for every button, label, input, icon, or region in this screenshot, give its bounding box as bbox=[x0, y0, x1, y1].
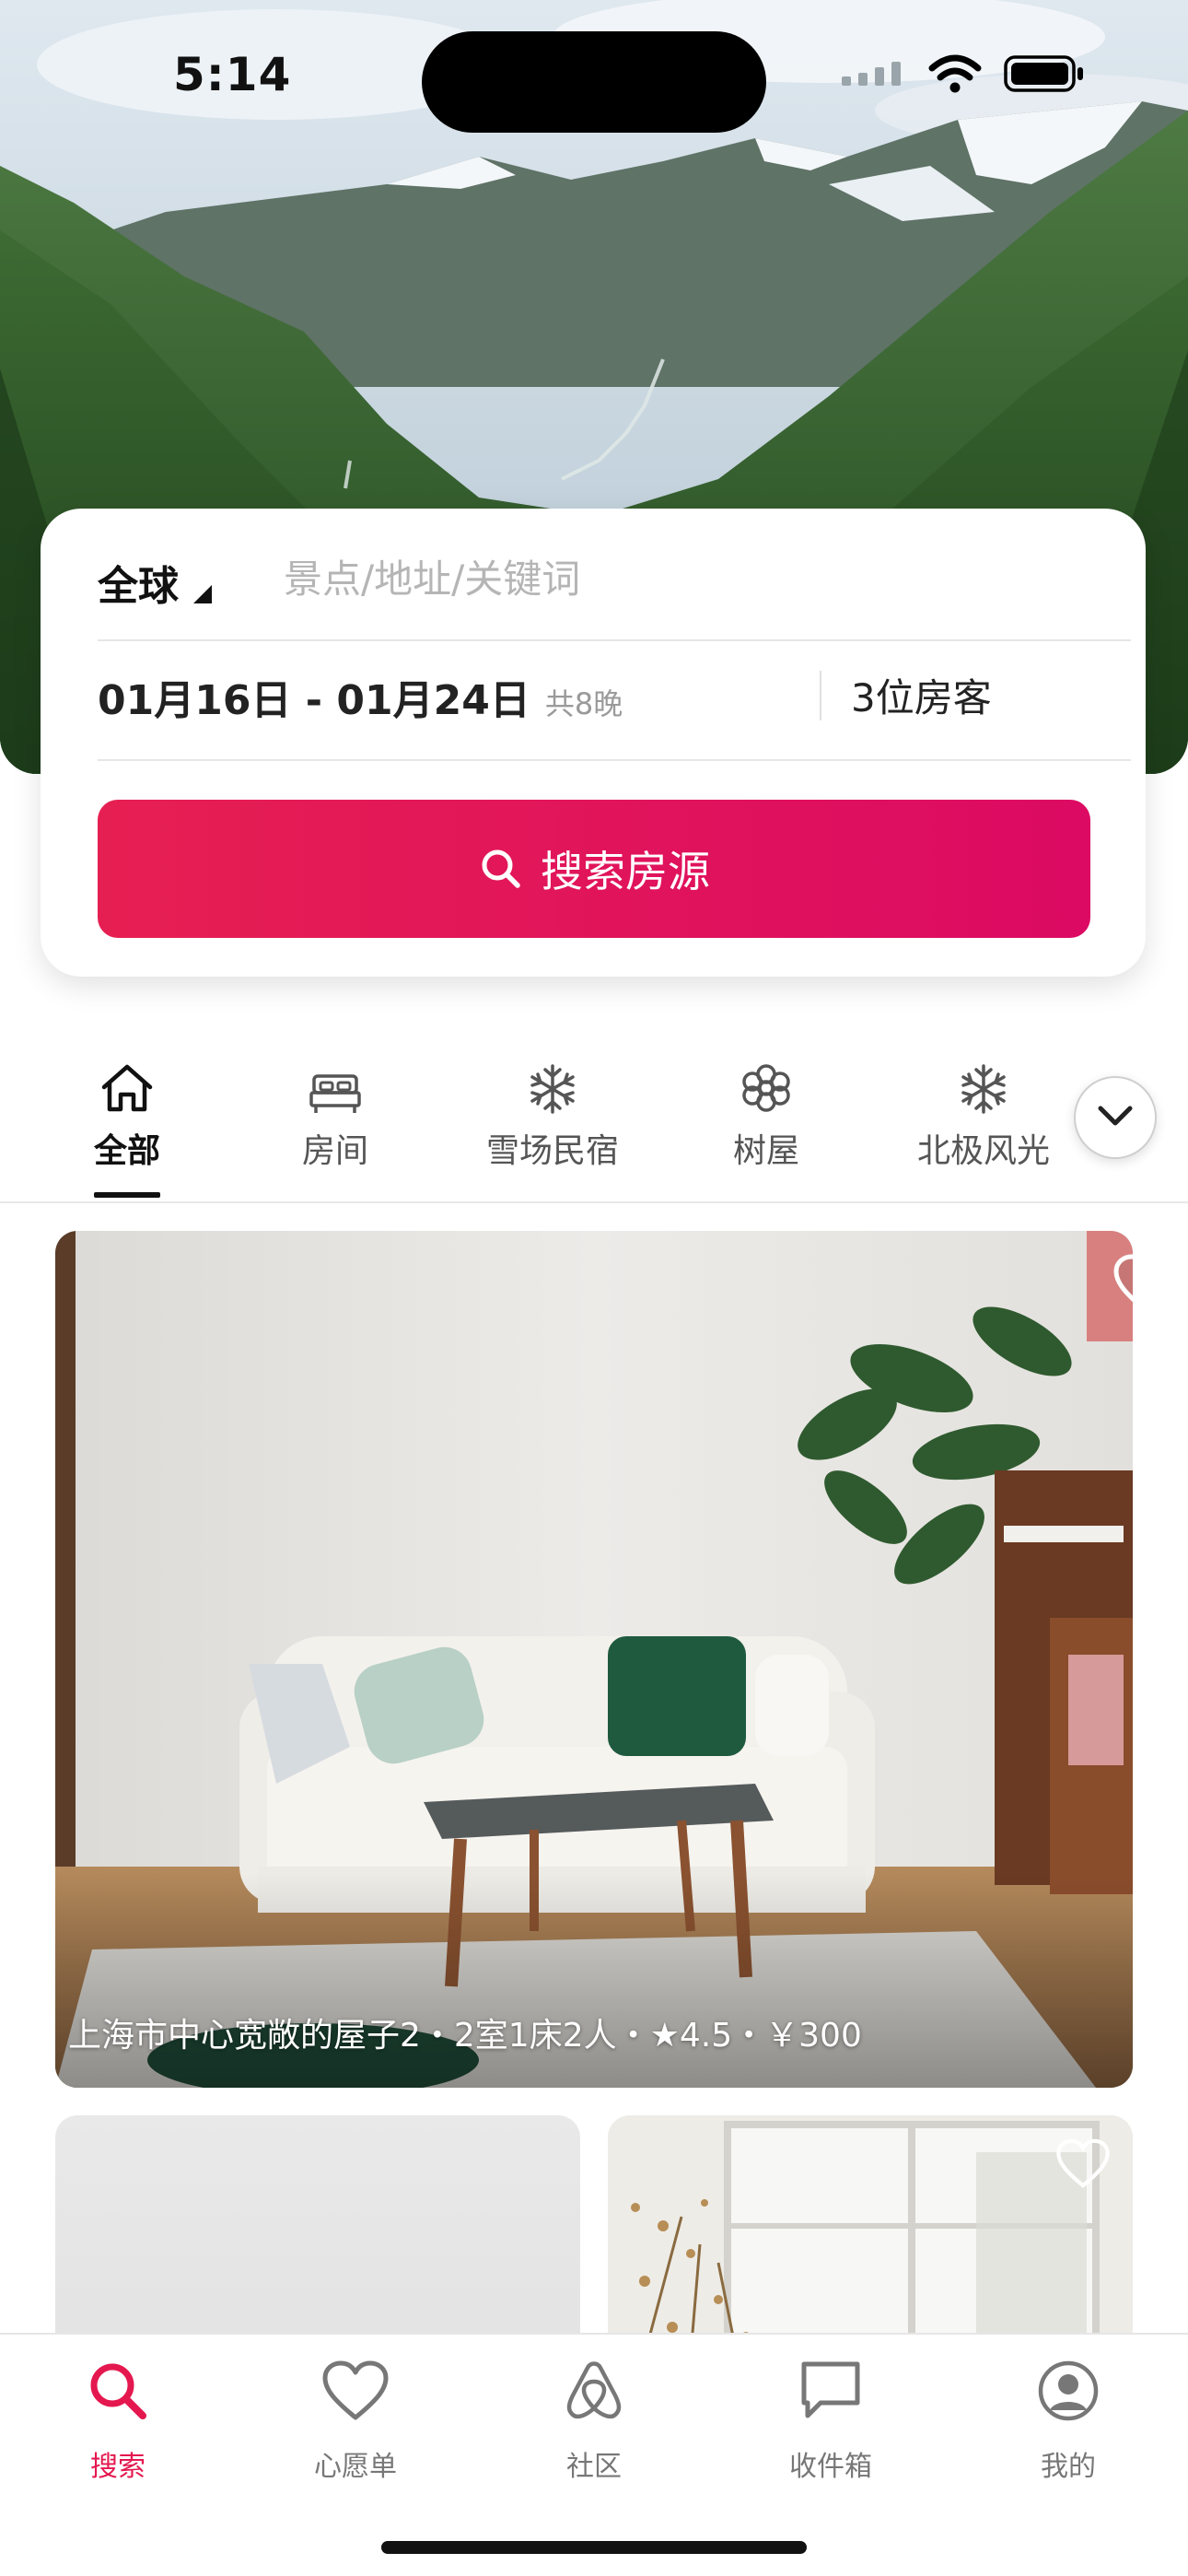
heart-icon bbox=[320, 2359, 390, 2427]
listing-card[interactable]: 上海市中心宽敞的屋子2・2室1床2人・★4.5・￥300 bbox=[55, 1231, 1133, 2088]
battery-icon bbox=[1004, 54, 1085, 97]
nav-community[interactable]: 社区 bbox=[502, 2359, 686, 2484]
tab-arctic[interactable]: 北极风光 bbox=[912, 1050, 1055, 1172]
search-button-label: 搜索房源 bbox=[541, 847, 710, 896]
listing-photo bbox=[608, 2115, 1133, 2355]
nav-label: 心愿单 bbox=[314, 2451, 397, 2483]
app-screen: 5:14 全球 景点/地址/关键词 01月16日 - 01月24日 共8晚 3位… bbox=[0, 0, 1188, 2576]
search-icon bbox=[478, 846, 524, 892]
tab-label: 房间 bbox=[301, 1132, 368, 1170]
home-icon bbox=[99, 1050, 156, 1115]
wifi-icon bbox=[928, 53, 982, 98]
tab-ski-lodge[interactable]: 雪场民宿 bbox=[481, 1050, 624, 1172]
nav-label: 搜索 bbox=[90, 2451, 146, 2483]
nav-label: 我的 bbox=[1041, 2451, 1096, 2483]
region-selector[interactable]: 全球 bbox=[98, 553, 212, 612]
region-label: 全球 bbox=[98, 563, 179, 610]
snowflake-icon bbox=[958, 1050, 1009, 1115]
bed-icon bbox=[309, 1050, 362, 1115]
tab-label: 北极风光 bbox=[916, 1132, 1050, 1170]
message-icon bbox=[798, 2359, 863, 2427]
search-divider bbox=[98, 639, 1131, 641]
status-time: 5:14 bbox=[173, 48, 292, 101]
dynamic-island bbox=[422, 31, 766, 133]
search-divider bbox=[98, 759, 1131, 761]
nights-count: 共8晚 bbox=[544, 686, 623, 721]
guests-selector[interactable]: 3位房客 bbox=[851, 667, 992, 723]
region-dropdown-icon bbox=[193, 585, 212, 603]
listing-caption: 上海市中心宽敞的屋子2・2室1床2人・★4.5・￥300 bbox=[68, 2017, 862, 2055]
tabs-divider bbox=[0, 1201, 1188, 1203]
listing-photo bbox=[55, 1231, 1133, 2088]
nav-inbox[interactable]: 收件箱 bbox=[739, 2359, 923, 2484]
tab-rooms[interactable]: 房间 bbox=[289, 1050, 381, 1172]
nav-wishlist[interactable]: 心愿单 bbox=[263, 2359, 448, 2484]
search-card: 全球 01月16日 - 01月24日 共8晚 3位房客 搜索房源 bbox=[41, 509, 1146, 977]
favorite-heart-icon[interactable] bbox=[1055, 2137, 1111, 2193]
signal-icon bbox=[842, 60, 906, 91]
bottom-navigation: 搜索 心愿单 社区 收件箱 我的 bbox=[0, 2333, 1188, 2576]
status-icons bbox=[842, 53, 1085, 98]
field-divider bbox=[820, 671, 821, 720]
snowflake-icon bbox=[527, 1050, 578, 1115]
tab-label: 雪场民宿 bbox=[485, 1132, 619, 1170]
nav-label: 收件箱 bbox=[789, 2451, 872, 2483]
search-listings-button[interactable]: 搜索房源 bbox=[98, 800, 1090, 938]
nav-label: 社区 bbox=[566, 2451, 622, 2483]
chevron-down-icon bbox=[1095, 1103, 1136, 1132]
listing-card[interactable] bbox=[55, 2115, 580, 2355]
keyword-input[interactable] bbox=[284, 545, 1076, 612]
flower-icon bbox=[740, 1050, 793, 1115]
date-range: 01月16日 - 01月24日 bbox=[98, 677, 530, 724]
listing-card[interactable] bbox=[608, 2115, 1133, 2355]
tab-label: 树屋 bbox=[732, 1132, 799, 1170]
airbnb-logo-icon bbox=[564, 2359, 624, 2427]
nav-search[interactable]: 搜索 bbox=[26, 2359, 210, 2484]
expand-categories-button[interactable] bbox=[1074, 1076, 1157, 1159]
category-tabs: 全部 房间 雪场民宿 树屋 北极风光 bbox=[0, 1050, 1188, 1201]
profile-icon bbox=[1036, 2359, 1101, 2427]
tab-treehouse[interactable]: 树屋 bbox=[720, 1050, 812, 1172]
tab-label: 全部 bbox=[93, 1132, 160, 1170]
tab-all[interactable]: 全部 bbox=[76, 1050, 179, 1172]
active-tab-indicator bbox=[94, 1192, 160, 1198]
date-range-selector[interactable]: 01月16日 - 01月24日 共8晚 bbox=[98, 667, 623, 726]
home-indicator[interactable] bbox=[381, 2541, 807, 2554]
search-icon bbox=[86, 2359, 150, 2427]
nav-profile[interactable]: 我的 bbox=[976, 2359, 1160, 2484]
